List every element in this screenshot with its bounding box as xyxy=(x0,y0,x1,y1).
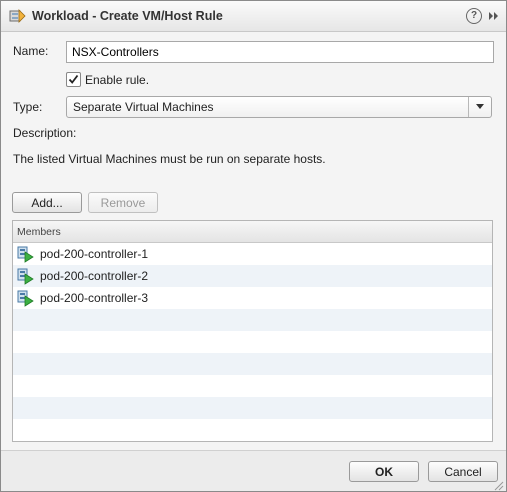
empty-row xyxy=(13,353,492,375)
member-name: pod-200-controller-3 xyxy=(40,291,149,305)
create-rule-dialog: Workload - Create VM/Host Rule ? Name: E… xyxy=(0,0,507,492)
remove-member-button[interactable]: Remove xyxy=(88,192,158,213)
empty-row xyxy=(13,309,492,331)
name-input[interactable] xyxy=(66,41,494,63)
table-row[interactable]: pod-200-controller-3 xyxy=(13,287,492,309)
members-column-header[interactable]: Members xyxy=(13,221,492,243)
empty-row xyxy=(13,419,492,441)
enable-rule-label: Enable rule. xyxy=(85,73,150,87)
empty-row xyxy=(13,375,492,397)
type-select-value: Separate Virtual Machines xyxy=(73,100,214,114)
enable-rule-checkbox[interactable] xyxy=(66,72,81,87)
type-label: Type: xyxy=(13,100,43,114)
virtual-machine-icon xyxy=(17,246,35,263)
members-table: Members pod-200-controller-1 pod-200-con… xyxy=(12,220,493,442)
dialog-footer: OK Cancel xyxy=(1,450,506,491)
description-text: The listed Virtual Machines must be run … xyxy=(13,152,326,166)
add-member-button[interactable]: Add... xyxy=(12,192,82,213)
members-rows: pod-200-controller-1 pod-200-controller-… xyxy=(13,243,492,441)
table-row[interactable]: pod-200-controller-2 xyxy=(13,265,492,287)
member-name: pod-200-controller-2 xyxy=(40,269,149,283)
chevron-down-icon[interactable] xyxy=(468,97,491,117)
name-label: Name: xyxy=(13,44,49,58)
type-select[interactable]: Separate Virtual Machines xyxy=(66,96,492,118)
table-row[interactable]: pod-200-controller-1 xyxy=(13,243,492,265)
members-header-label: Members xyxy=(17,226,61,238)
virtual-machine-icon xyxy=(17,290,35,307)
member-name: pod-200-controller-1 xyxy=(40,247,149,261)
description-label: Description: xyxy=(13,126,77,140)
resize-grip-icon[interactable] xyxy=(494,480,504,491)
virtual-machine-icon xyxy=(17,268,35,285)
empty-row xyxy=(13,397,492,419)
empty-row xyxy=(13,331,492,353)
cancel-button[interactable]: Cancel xyxy=(428,461,498,482)
rule-icon xyxy=(9,8,27,24)
dialog-title: Workload - Create VM/Host Rule xyxy=(32,9,223,23)
double-chevron-right-icon[interactable] xyxy=(487,9,501,23)
ok-button[interactable]: OK xyxy=(349,461,419,482)
help-icon[interactable]: ? xyxy=(466,8,482,24)
dialog-titlebar: Workload - Create VM/Host Rule ? xyxy=(1,1,506,32)
